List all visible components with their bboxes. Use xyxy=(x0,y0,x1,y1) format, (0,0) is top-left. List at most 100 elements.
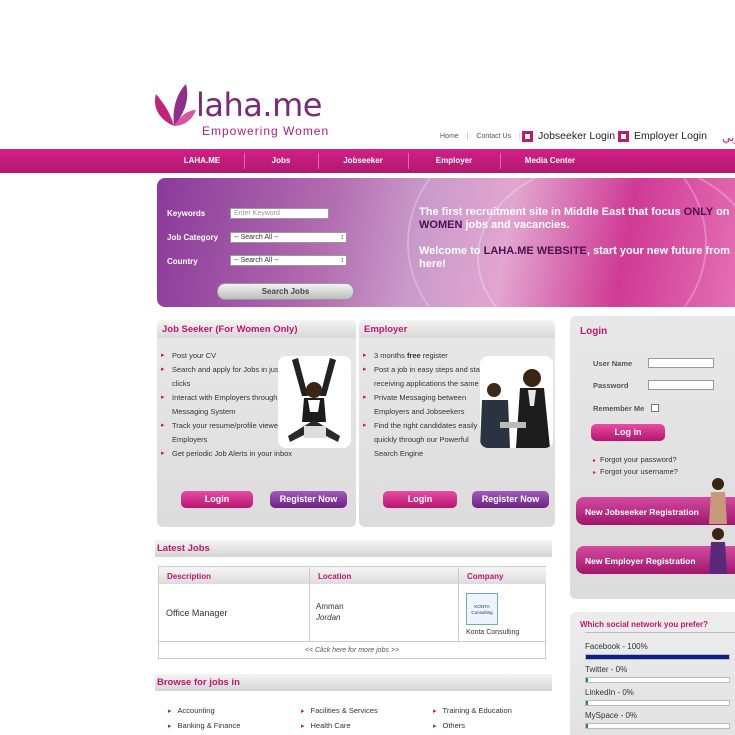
poll-bar-fill xyxy=(586,724,588,728)
headline-text: on xyxy=(713,206,730,218)
poll-option-label: MySpace - 0% xyxy=(585,711,638,720)
employer-features: 3 months free register Post a job in eas… xyxy=(363,349,493,461)
search-banner: Keywords Enter Keyword Job Category -- S… xyxy=(157,178,735,307)
list-item: 3 months free register xyxy=(363,349,493,363)
nav-item-media-center[interactable]: Media Center xyxy=(500,149,600,173)
browse-category-link[interactable]: Others xyxy=(433,721,466,730)
company-logo[interactable]: KONTA Consulting xyxy=(466,593,498,625)
headline-text: The first recruitment site in Middle Eas… xyxy=(419,206,684,218)
jobseeker-login-link[interactable]: Jobseeker Login xyxy=(522,130,615,142)
home-link[interactable]: Home xyxy=(440,133,459,140)
poll-option-bar xyxy=(585,700,730,706)
login-panel-title: Login xyxy=(580,326,608,337)
remember-me-label: Remember Me xyxy=(593,404,645,413)
woman-figure-icon xyxy=(709,478,727,524)
poll-option-label: LinkedIn - 0% xyxy=(585,688,634,697)
poll-divider xyxy=(585,632,735,633)
employer-login-link[interactable]: Employer Login xyxy=(618,130,707,142)
nav-item-jobseeker[interactable]: Jobseeker xyxy=(318,149,408,173)
headline-spacer xyxy=(419,232,735,245)
country-select[interactable]: -- Search All -- xyxy=(230,255,347,266)
password-input[interactable] xyxy=(648,380,714,390)
browse-category-link[interactable]: Accounting xyxy=(168,706,215,715)
job-category-label: Job Category xyxy=(167,233,219,242)
employer-register-button[interactable]: Register Now xyxy=(472,491,549,508)
forgot-username-link[interactable]: Forgot your username? xyxy=(593,467,678,476)
more-jobs-link[interactable]: << Click here for more jobs >> xyxy=(159,641,545,659)
headline-only: ONLY xyxy=(683,206,714,218)
latest-jobs-table: Description Location Company Office Mana… xyxy=(158,566,546,659)
browse-category-link[interactable]: Facilities & Services xyxy=(301,706,378,715)
contact-us-link[interactable]: Contact Us xyxy=(476,133,511,140)
logo-text: laha.me xyxy=(196,86,322,124)
poll-bar-fill xyxy=(586,678,588,682)
company-name: Konta Consulting xyxy=(466,629,520,636)
job-country: Jordan xyxy=(316,613,341,622)
nav-item-employer[interactable]: Employer xyxy=(408,149,500,173)
businesswoman-figure-icon xyxy=(709,528,727,574)
list-item: Find the right candidates easily and qui… xyxy=(363,419,493,461)
column-divider xyxy=(309,567,310,641)
poll-option-bar xyxy=(585,723,730,729)
password-label: Password xyxy=(593,381,629,390)
jobseeker-panel: Job Seeker (For Women Only) Post your CV… xyxy=(157,320,356,527)
welcome-site: LAHA.ME WEBSITE xyxy=(483,245,587,257)
nav-item-jobs[interactable]: Jobs xyxy=(244,149,318,173)
link-separator: | xyxy=(519,133,521,140)
site-logo[interactable]: laha.me Empowering Women xyxy=(150,78,350,138)
poll-bar-fill xyxy=(586,701,588,705)
column-header-company: Company xyxy=(459,567,546,584)
welcome-text: Welcome to xyxy=(419,245,484,257)
business-meeting-image xyxy=(480,356,553,448)
forgot-password-link[interactable]: Forgot your password? xyxy=(593,455,677,464)
arabic-language-link[interactable]: عربي xyxy=(722,131,735,144)
search-jobs-button[interactable]: Search Jobs xyxy=(217,283,354,300)
bullet-text: register xyxy=(420,351,448,360)
jobseeker-register-button[interactable]: Register Now xyxy=(270,491,347,508)
poll-option-label: Twitter - 0% xyxy=(585,665,628,674)
jobseeker-login-button[interactable]: Login xyxy=(181,491,253,508)
job-category-select[interactable]: -- Search All -- xyxy=(230,232,347,243)
log-in-button[interactable]: Log in xyxy=(591,424,665,441)
logo-tagline: Empowering Women xyxy=(202,124,330,138)
country-label: Country xyxy=(167,257,198,266)
column-header-description: Description xyxy=(159,567,309,584)
employer-login-label: Employer Login xyxy=(634,130,707,142)
login-panel: Login User Name Password Remember Me Log… xyxy=(570,316,735,599)
employer-photo xyxy=(480,356,553,448)
username-input[interactable] xyxy=(648,358,714,368)
top-links: Home | Contact Us | xyxy=(440,133,527,140)
remember-me-checkbox[interactable] xyxy=(651,404,659,412)
employer-login-button[interactable]: Login xyxy=(383,491,457,508)
headline-text: jobs and vacancies. xyxy=(462,219,570,231)
job-city: Amman xyxy=(316,602,344,611)
keywords-label: Keywords xyxy=(167,209,206,218)
main-nav: LAHA.ME Jobs Jobseeker Employer Media Ce… xyxy=(0,149,735,173)
browse-category-link[interactable]: Banking & Finance xyxy=(168,721,241,730)
poll-bar-fill xyxy=(586,655,729,659)
latest-jobs-title: Latest Jobs xyxy=(155,540,552,557)
browse-category-link[interactable]: Training & Education xyxy=(433,706,512,715)
list-item: Private Messaging between Employers and … xyxy=(363,391,493,419)
username-label: User Name xyxy=(593,359,633,368)
poll-option-bar xyxy=(585,677,730,683)
banner-headline: The first recruitment site in Middle Eas… xyxy=(419,206,735,271)
employer-panel: Employer 3 months free register Post a j… xyxy=(359,320,555,527)
link-separator: | xyxy=(466,133,469,140)
cheering-woman-image xyxy=(278,356,351,448)
job-description[interactable]: Office Manager xyxy=(166,608,227,618)
login-square-icon xyxy=(618,130,629,142)
bullet-text: 3 months xyxy=(374,351,407,360)
browse-category-link[interactable]: Health Care xyxy=(301,721,351,730)
poll-option-bar xyxy=(585,654,730,660)
column-divider xyxy=(458,567,459,641)
poll-option-label: Facebook - 100% xyxy=(585,642,648,651)
headline-women: WOMEN xyxy=(419,219,463,231)
login-square-icon xyxy=(522,130,533,142)
list-item: Get periodic Job Alerts in your inbox xyxy=(161,447,303,461)
browse-jobs-title: Browse for jobs in xyxy=(155,674,552,691)
nav-item-lahame[interactable]: LAHA.ME xyxy=(160,149,244,173)
keywords-input[interactable]: Enter Keyword xyxy=(230,208,329,219)
poll-question: Which social network you prefer? xyxy=(580,620,709,629)
jobseeker-login-label: Jobseeker Login xyxy=(538,130,616,142)
